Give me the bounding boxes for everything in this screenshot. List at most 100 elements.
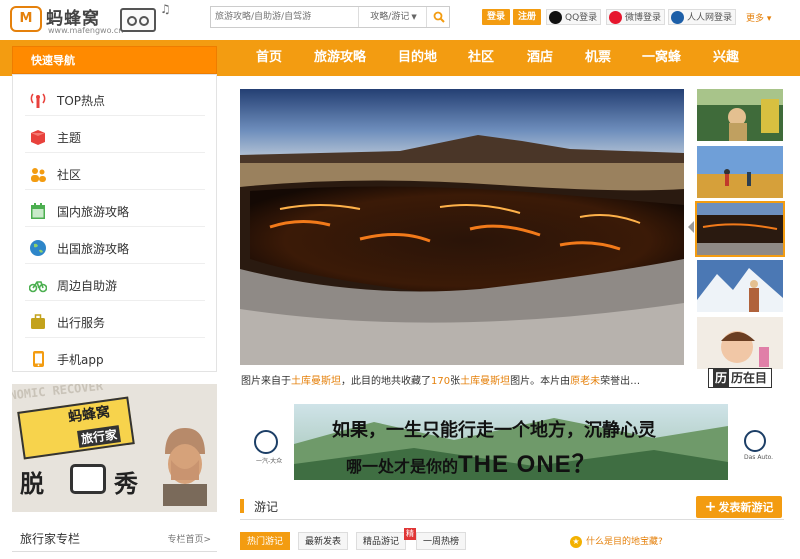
sidebar-item-label: 手机app [57,353,104,367]
caption-place-link[interactable]: 土库曼斯坦 [460,376,510,387]
thumbnail-2[interactable] [697,146,783,198]
qq-login-label: QQ登录 [565,13,598,23]
hero-image[interactable] [240,89,684,365]
promo-bg-text: ONOMIC RECOVER [12,384,104,404]
logo[interactable]: M 蚂蜂窝 www.mafengwo.cn [10,4,123,38]
sidebar-item-overseas[interactable]: 出国旅游攻略 [25,227,205,264]
renren-icon [671,11,684,24]
sidebar-item-label: TOP热点 [57,94,106,108]
thumbnail-3[interactable] [695,201,785,257]
notes-title: 游记 [254,500,279,514]
caption-text: 图片。本片由 [510,376,571,387]
weibo-icon [609,11,622,24]
nav-guides[interactable]: 旅游攻略 [314,40,366,76]
promo-big-left: 脱 [20,469,44,498]
search-type-label: 攻略/游记 [370,12,410,22]
thumbnail-image [697,203,783,255]
column-home-link[interactable]: 专栏首页> [167,532,211,545]
nav-flights[interactable]: 机票 [585,40,611,76]
history-logo[interactable]: 历历在目 [708,368,773,388]
nav-destinations[interactable]: 目的地 [398,40,437,76]
ad-line-2-prefix: 哪一处才是你的 [346,457,459,476]
ad-right-brand: Das Auto. [744,454,774,461]
thumbnail-image [697,317,783,369]
music-note-icon: ♫ [160,2,171,16]
caption-count-link[interactable]: 170 [431,376,450,387]
search-input[interactable] [211,7,359,27]
sidebar-item-label: 主题 [57,131,82,145]
bike-icon [29,281,47,293]
chevron-down-icon: ▼ [411,13,417,21]
ad-banner[interactable]: 一汽-大众 如果，一生只能行走一个地方，沉静心灵 哪一处才是你的THE ONE？… [240,400,784,482]
nav-group[interactable]: 一窝蜂 [642,40,681,76]
featured-badge: 精 [404,528,416,540]
traveler-portrait [157,420,213,506]
thumbnail-4[interactable] [697,260,783,312]
nav-interests[interactable]: 兴趣 [713,40,739,76]
sidebar-item-nearby[interactable]: 周边自助游 [25,264,205,301]
thumbnail-image [697,146,783,198]
top-bar: M 蚂蜂窝 www.mafengwo.cn ♫ 攻略/游记▼ 登录 注册 QQ登… [0,0,800,40]
sidebar-item-domestic[interactable]: 国内旅游攻略 [25,190,205,227]
column-header: 旅行家专栏 专栏首页> [12,522,217,552]
ad-line-2: 哪一处才是你的THE ONE？ [346,444,597,479]
tab-weekly[interactable]: 一周热榜 [416,532,467,550]
cassette-icon [120,8,156,32]
renren-login-label: 人人网登录 [687,13,733,23]
crater-photo [240,89,684,365]
people-icon [31,168,46,182]
renren-login-button[interactable]: 人人网登录 [668,9,737,25]
suitcase-icon [31,314,45,329]
signal-icon [30,93,46,108]
globe-icon [30,240,46,256]
treasure-label: 什么是目的地宝藏? [586,537,663,547]
search-button[interactable] [428,7,450,27]
more-link[interactable]: 更多 ▾ [746,11,771,24]
nav-hotels[interactable]: 酒店 [527,40,553,76]
calendar-icon [31,203,45,219]
search-box: 攻略/游记▼ [210,6,450,28]
caption-text: 图片来自于 [241,376,291,387]
ad-line-1: 如果，一生只能行走一个地方，沉静心灵 [332,420,656,441]
traveler-show-banner[interactable]: ONOMIC RECOVER 蚂蜂窝 旅行家 脱 秀 [12,384,217,512]
phone-icon [33,351,44,367]
tab-hot[interactable]: 热门游记 [240,532,291,550]
tab-featured[interactable]: 精品游记 [356,532,407,550]
sidebar-item-label: 出国旅游攻略 [57,242,130,256]
sidebar-item-services[interactable]: 出行服务 [25,301,205,338]
star-icon: ★ [570,536,582,548]
thumbnail-1[interactable] [697,89,783,141]
ad-left-brand: 一汽-大众 [256,458,283,465]
tv-icon [70,464,106,494]
tab-latest[interactable]: 最新发表 [298,532,349,550]
search-type-select[interactable]: 攻略/游记 ▼ [361,7,427,27]
sidebar-item-app[interactable]: 手机app [25,338,205,375]
logo-mark: M [10,6,42,32]
carousel-prev-icon[interactable] [688,221,694,233]
thumbnail-5[interactable] [697,317,783,369]
treasure-link[interactable]: ★ 什么是目的地宝藏? [570,534,663,548]
logo-url: www.mafengwo.cn [48,26,124,35]
caption-place-link[interactable]: 土库曼斯坦 [291,376,341,387]
nav-community[interactable]: 社区 [468,40,494,76]
thumbnail-image [697,89,783,141]
box-icon [31,130,45,145]
sidebar-item-themes[interactable]: 主题 [25,116,205,153]
sidebar-item-label: 社区 [57,168,82,182]
nav-home[interactable]: 首页 [256,40,282,76]
quick-nav-title[interactable]: 快速导航 [12,46,217,74]
caption-author-link[interactable]: 原老未 [570,376,600,387]
section-marker [240,499,244,513]
register-button[interactable]: 注册 [513,9,542,25]
sidebar-item-community[interactable]: 社区 [25,153,205,190]
weibo-login-button[interactable]: 微博登录 [606,9,666,25]
hero-caption: 图片来自于土库曼斯坦，此目的地共收藏了170张土库曼斯坦图片。本片由原老未荣誉出… [241,372,686,387]
more-label: 更多 [746,14,765,24]
login-button[interactable]: 登录 [482,9,511,25]
ad-line-2-big: THE ONE？ [458,451,597,478]
caption-text: ，此目的地共收藏了 [341,376,431,387]
write-note-button[interactable]: + 发表新游记 [696,496,782,518]
qq-login-button[interactable]: QQ登录 [546,9,602,25]
sidebar-item-top[interactable]: TOP热点 [25,79,205,116]
vw-logo-icon [254,430,278,454]
